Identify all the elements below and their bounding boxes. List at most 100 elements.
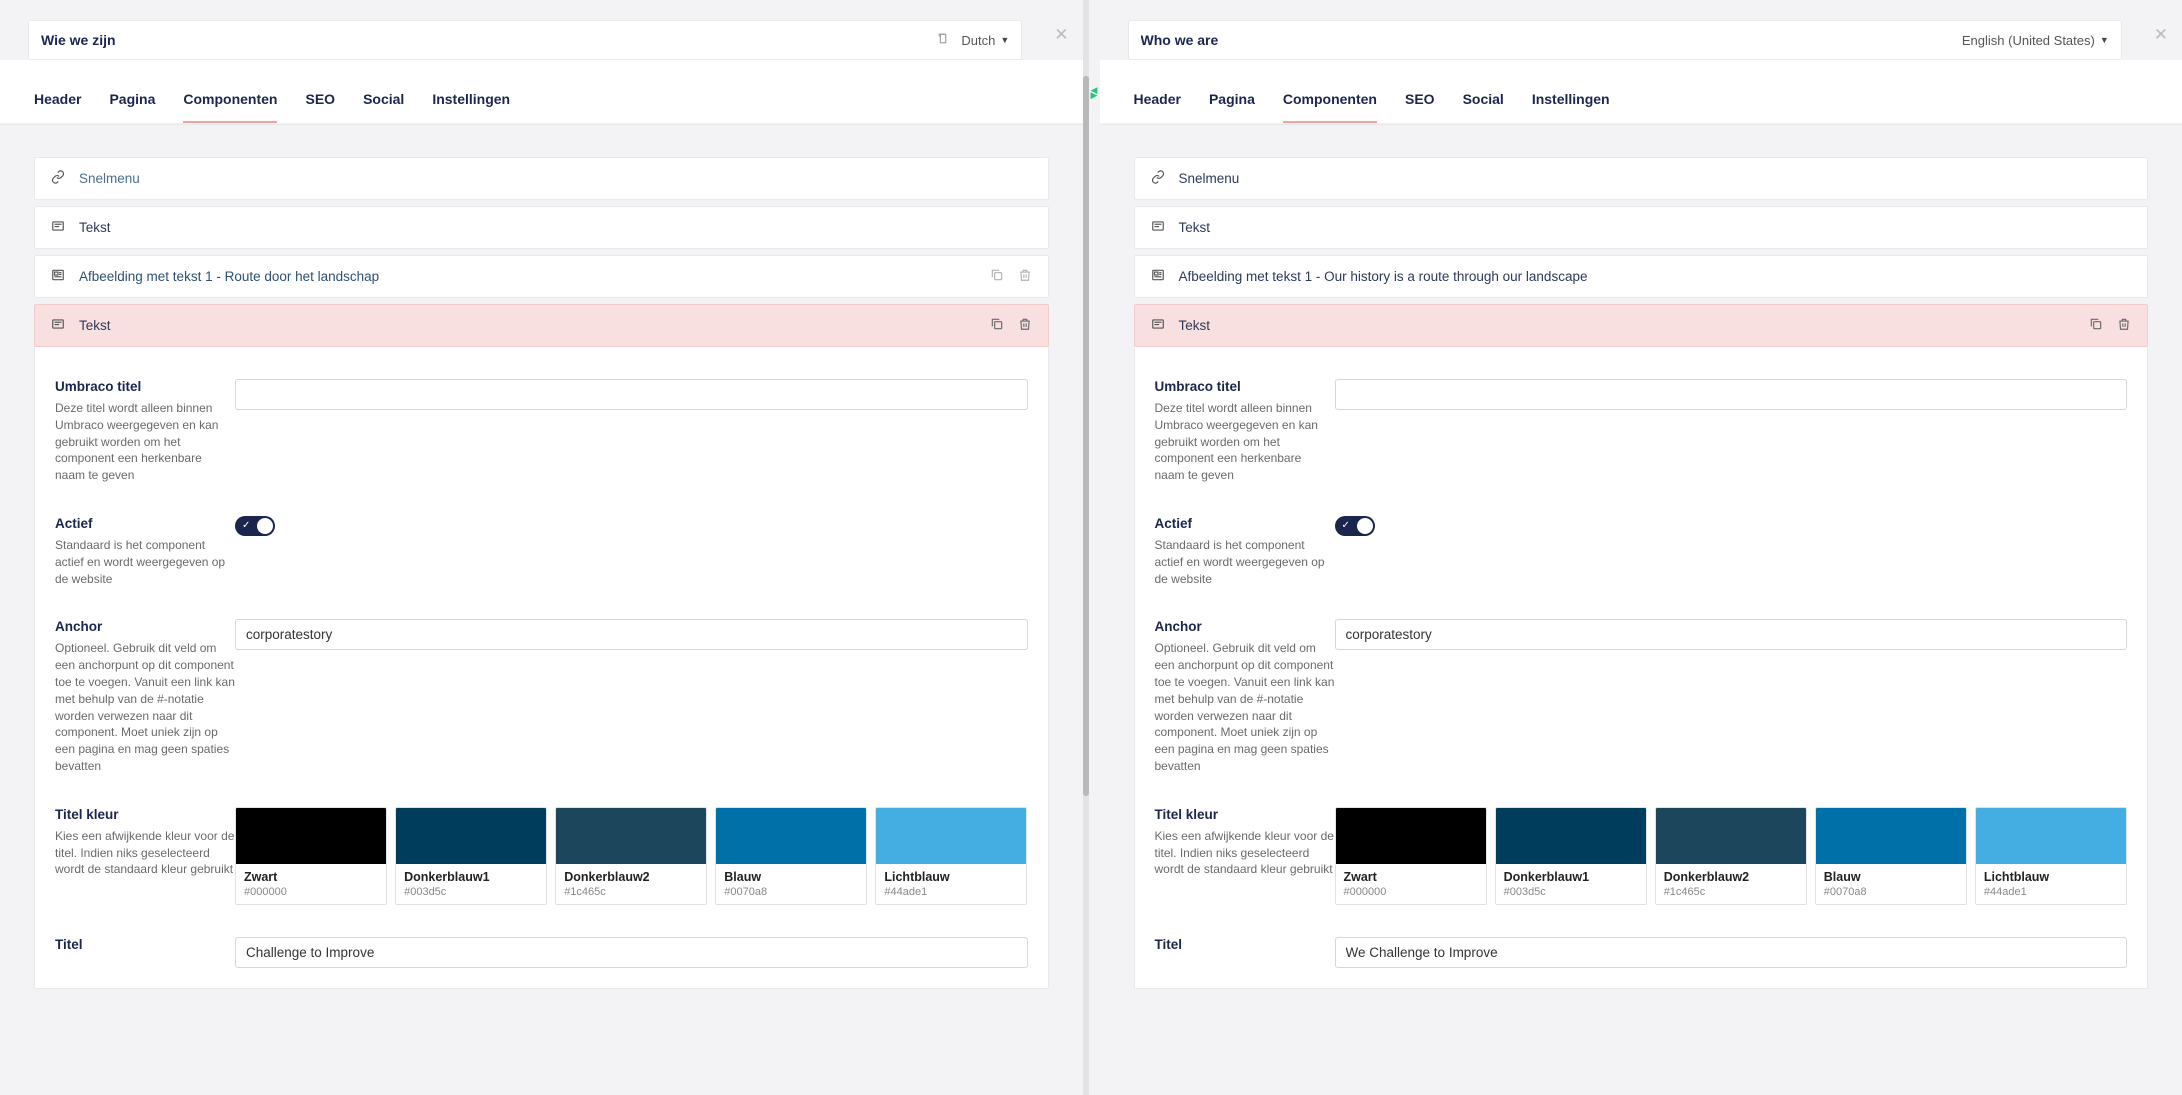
component-label: Tekst	[79, 220, 111, 235]
component-snelmenu[interactable]: Snelmenu	[34, 157, 1049, 200]
right-tabs-bar: Header Pagina Componenten SEO Social Ins…	[1100, 60, 2182, 125]
language-select[interactable]: Dutch ▼	[961, 33, 1009, 48]
component-tekst-2[interactable]: Tekst	[34, 304, 1049, 347]
left-tabs-bar: Header Pagina Componenten SEO Social Ins…	[0, 60, 1083, 125]
delete-icon[interactable]	[1018, 317, 1032, 334]
swatch-lichtblauw[interactable]: Lichtblauw#44ade1	[1975, 807, 2127, 905]
tab-instellingen[interactable]: Instellingen	[432, 91, 510, 123]
anchor-input[interactable]	[235, 619, 1028, 650]
tab-seo[interactable]: SEO	[1405, 91, 1435, 123]
titel-input[interactable]	[235, 937, 1028, 968]
swatch-zwart[interactable]: Zwart#000000	[1335, 807, 1487, 905]
tab-pagina[interactable]: Pagina	[1209, 91, 1255, 123]
field-anchor: Anchor Optioneel. Gebruik dit veld om ee…	[45, 609, 1038, 796]
field-desc: Standaard is het component actief en wor…	[55, 538, 225, 586]
copy-icon[interactable]	[2089, 317, 2103, 334]
field-label: Titel	[1155, 937, 1335, 952]
field-titel: Titel	[1145, 927, 2138, 978]
tab-componenten[interactable]: Componenten	[183, 91, 277, 123]
row-actions	[2089, 317, 2131, 334]
swatch-blauw[interactable]: Blauw#0070a8	[1815, 807, 1967, 905]
component-snelmenu[interactable]: Snelmenu	[1134, 157, 2149, 200]
tab-header[interactable]: Header	[1134, 91, 1181, 123]
component-label: Tekst	[1179, 318, 1211, 333]
expanded-panel: Umbraco titel Deze titel wordt alleen bi…	[1134, 347, 2149, 989]
color-swatches: Zwart#000000 Donkerblauw1#003d5c Donkerb…	[1335, 807, 2128, 905]
swatch-donkerblauw2[interactable]: Donkerblauw2#1c465c	[555, 807, 707, 905]
swatch-donkerblauw1[interactable]: Donkerblauw1#003d5c	[1495, 807, 1647, 905]
field-label: Umbraco titel	[1155, 379, 1335, 394]
swatch-blauw[interactable]: Blauw#0070a8	[715, 807, 867, 905]
page-title-input[interactable]	[41, 32, 924, 48]
text-icon	[51, 317, 65, 334]
swatch-lichtblauw[interactable]: Lichtblauw#44ade1	[875, 807, 1027, 905]
component-afbeelding[interactable]: Afbeelding met tekst 1 - Route door het …	[34, 255, 1049, 298]
language-select[interactable]: English (United States) ▼	[1962, 33, 2109, 48]
close-icon[interactable]: ✕	[1054, 25, 1068, 45]
newspaper-icon	[1151, 268, 1165, 285]
component-afbeelding[interactable]: Afbeelding met tekst 1 - Our history is …	[1134, 255, 2149, 298]
field-desc: Optioneel. Gebruik dit veld om een ancho…	[55, 641, 235, 773]
left-content: Snelmenu Tekst Afbeelding met tekst 1 - …	[0, 125, 1083, 1009]
right-title-bar: English (United States) ▼	[1128, 20, 2122, 60]
left-pane: Dutch ▼ ✕ Header Pagina Componenten SEO …	[0, 0, 1083, 1095]
color-swatches: Zwart#000000 Donkerblauw1#003d5c Donkerb…	[235, 807, 1028, 905]
tab-seo[interactable]: SEO	[305, 91, 335, 123]
field-label: Actief	[1155, 516, 1335, 531]
component-label: Snelmenu	[79, 171, 140, 186]
component-tekst-1[interactable]: Tekst	[34, 206, 1049, 249]
page-title-input[interactable]	[1141, 32, 1962, 48]
delete-icon[interactable]	[2117, 317, 2131, 334]
component-label: Afbeelding met tekst 1 - Our history is …	[1179, 269, 1588, 284]
language-label: Dutch	[961, 33, 995, 48]
tab-pagina[interactable]: Pagina	[109, 91, 155, 123]
umbraco-titel-input[interactable]	[1335, 379, 2128, 410]
swatch-zwart[interactable]: Zwart#000000	[235, 807, 387, 905]
actief-toggle[interactable]: ✓	[235, 516, 275, 536]
tab-header[interactable]: Header	[34, 91, 81, 123]
field-desc: Kies een afwijkende kleur voor de titel.…	[55, 829, 234, 877]
component-tekst-1[interactable]: Tekst	[1134, 206, 2149, 249]
scrollbar-thumb[interactable]	[1083, 76, 1089, 796]
tab-componenten[interactable]: Componenten	[1283, 91, 1377, 123]
copy-icon[interactable]	[990, 268, 1004, 285]
component-label: Tekst	[79, 318, 111, 333]
field-anchor: Anchor Optioneel. Gebruik dit veld om ee…	[1145, 609, 2138, 796]
actief-toggle[interactable]: ✓	[1335, 516, 1375, 536]
swatch-donkerblauw2[interactable]: Donkerblauw2#1c465c	[1655, 807, 1807, 905]
component-tekst-2[interactable]: Tekst	[1134, 304, 2149, 347]
toggle-knob	[257, 518, 273, 534]
field-titel: Titel	[45, 927, 1038, 978]
tab-social[interactable]: Social	[1463, 91, 1504, 123]
chevron-down-icon: ▼	[1000, 35, 1009, 45]
text-icon	[1151, 219, 1165, 236]
umbraco-titel-input[interactable]	[235, 379, 1028, 410]
pane-divider[interactable]: ◀▶	[1083, 0, 1100, 1095]
tab-instellingen[interactable]: Instellingen	[1532, 91, 1610, 123]
right-pane: English (United States) ▼ ✕ Header Pagin…	[1100, 0, 2182, 1095]
clipboard-icon[interactable]	[936, 32, 949, 48]
close-icon[interactable]: ✕	[2154, 25, 2168, 45]
link-icon	[1151, 170, 1165, 187]
swatch-donkerblauw1[interactable]: Donkerblauw1#003d5c	[395, 807, 547, 905]
expanded-panel: Umbraco titel Deze titel wordt alleen bi…	[34, 347, 1049, 989]
check-icon: ✓	[242, 520, 250, 531]
language-label: English (United States)	[1962, 33, 2095, 48]
titel-input[interactable]	[1335, 937, 2128, 968]
tab-social[interactable]: Social	[363, 91, 404, 123]
left-title-bar: Dutch ▼	[28, 20, 1022, 60]
text-icon	[51, 219, 65, 236]
field-label: Titel kleur	[1155, 807, 1335, 822]
anchor-input[interactable]	[1335, 619, 2128, 650]
field-actief: Actief Standaard is het component actief…	[1145, 506, 2138, 609]
right-tabs: Header Pagina Componenten SEO Social Ins…	[1100, 78, 2182, 124]
field-label: Anchor	[55, 619, 235, 634]
chevron-down-icon: ▼	[2100, 35, 2109, 45]
collapse-icon[interactable]: ◀▶	[1091, 88, 1098, 98]
delete-icon[interactable]	[1018, 268, 1032, 285]
field-desc: Deze titel wordt alleen binnen Umbraco w…	[55, 401, 218, 482]
field-desc: Standaard is het component actief en wor…	[1155, 538, 1325, 586]
field-label: Anchor	[1155, 619, 1335, 634]
field-titelkleur: Titel kleur Kies een afwijkende kleur vo…	[45, 797, 1038, 927]
copy-icon[interactable]	[990, 317, 1004, 334]
